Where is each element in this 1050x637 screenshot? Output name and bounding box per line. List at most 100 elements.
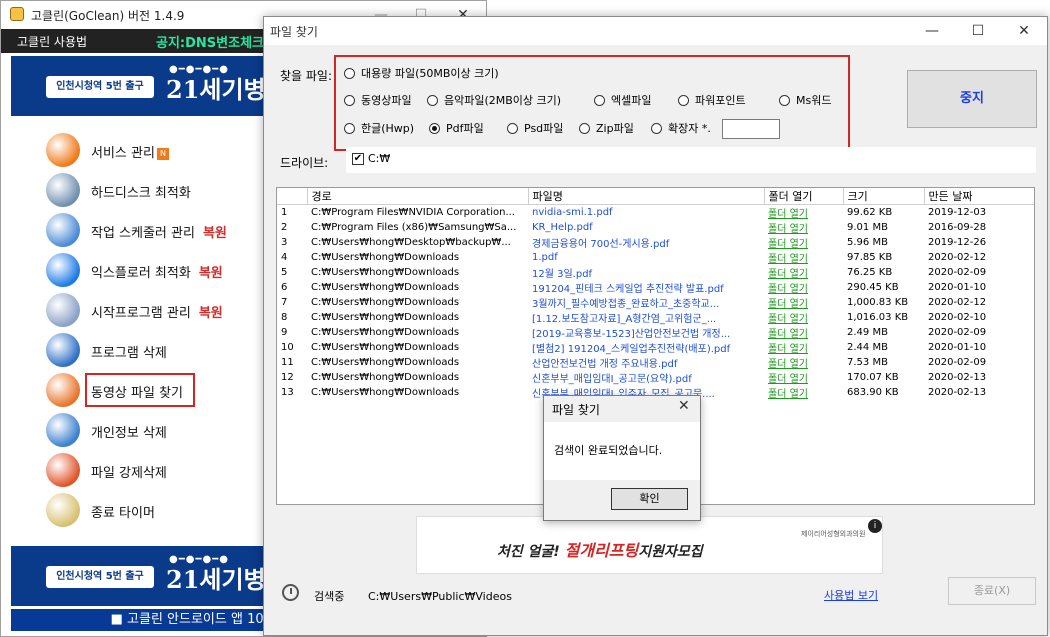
feature-item[interactable]: 하드디스크 최적화: [46, 173, 266, 207]
search-status: 검색중: [314, 590, 345, 603]
feature-item[interactable]: 동영상 파일 찾기: [46, 373, 266, 407]
radio-powerpoint[interactable]: 파워포인트: [678, 93, 746, 109]
drive-c-checkbox[interactable]: ✔: [352, 153, 364, 165]
cell-open-folder-link[interactable]: 폴더 열기: [764, 340, 843, 355]
radio-zip[interactable]: Zip파일: [579, 121, 634, 137]
ie-icon: [46, 253, 80, 287]
feature-label: 프로그램 삭제: [91, 342, 167, 361]
feature-item[interactable]: 개인정보 삭제: [46, 413, 266, 447]
feature-item[interactable]: 파일 강제삭제: [46, 453, 266, 487]
col-header-filename[interactable]: 파일명: [528, 188, 765, 205]
menu-goclean-usage[interactable]: 고클린 사용법: [17, 33, 87, 50]
col-header-index[interactable]: [277, 188, 308, 205]
radio-excel[interactable]: 엑셀파일: [594, 93, 651, 109]
radio-extension[interactable]: 확장자 *.: [651, 121, 711, 137]
table-row[interactable]: 6 C:₩Users₩hong₩Downloads 191204_핀테크 스케일업 …: [277, 280, 1034, 295]
cell-open-folder-link[interactable]: 폴더 열기: [764, 295, 843, 310]
cell-date: 2020-02-13: [928, 387, 987, 398]
feature-label-text: 시작프로그램 관리: [91, 306, 191, 321]
table-row[interactable]: 3 C:₩Users₩hong₩Desktop₩backup₩... 경제금융용어 …: [277, 235, 1034, 250]
feature-label-text: 익스플로러 최적화: [91, 266, 191, 281]
radio-circle: [427, 94, 438, 106]
cell-date: 2019-12-03: [928, 207, 987, 218]
feature-label-text: 동영상 파일 찾기: [91, 386, 183, 401]
table-row[interactable]: 1 C:₩Program Files₩NVIDIA Corporation... n…: [277, 205, 1034, 220]
cell-path: C:₩Users₩hong₩Downloads: [311, 312, 460, 323]
feature-label: 시작프로그램 관리 복원: [91, 302, 223, 321]
cell-size: 99.62 KB: [847, 207, 893, 218]
goclean-app-icon: [10, 7, 24, 21]
cell-open-folder-link[interactable]: 폴더 열기: [764, 235, 843, 250]
feature-item[interactable]: 작업 스케줄러 관리 복원: [46, 213, 266, 247]
cell-date: 2020-01-10: [928, 282, 987, 293]
radio-label: 파워포인트: [695, 94, 746, 107]
feature-label: 개인정보 삭제: [91, 422, 167, 441]
feature-item[interactable]: 시작프로그램 관리 복원: [46, 293, 266, 327]
feature-item[interactable]: 서비스 관리 N: [46, 133, 266, 167]
radio-large-file[interactable]: 대용량 파일(50MB이상 크기): [344, 66, 499, 82]
ad-text-a: 처진 얼굴!: [497, 544, 560, 560]
cell-open-folder-link[interactable]: 폴더 열기: [764, 385, 843, 400]
radio-pdf[interactable]: Pdf파일: [429, 121, 484, 137]
restore-link[interactable]: 복원: [199, 306, 223, 321]
cell-open-folder-link[interactable]: 폴더 열기: [764, 280, 843, 295]
cell-open-folder-link[interactable]: 폴더 열기: [764, 355, 843, 370]
cell-open-folder-link[interactable]: 폴더 열기: [764, 220, 843, 235]
table-row[interactable]: 12 C:₩Users₩hong₩Downloads 신혼부부_매입임대I_공고문(…: [277, 370, 1034, 385]
feature-label: 익스플로러 최적화 복원: [91, 262, 223, 281]
cell-filename: [2019-교육홍보-1523]산업안전보건법 개정...: [532, 329, 731, 340]
find-maximize-button[interactable]: ☐: [955, 17, 1001, 45]
extension-input[interactable]: [722, 119, 780, 139]
radio-psd[interactable]: Psd파일: [507, 121, 563, 137]
cell-open-folder-link[interactable]: 폴더 열기: [764, 265, 843, 280]
col-header-open-folder[interactable]: 폴더 열기: [764, 188, 844, 205]
radio-music[interactable]: 음악파일(2MB이상 크기): [427, 93, 561, 109]
find-title-bar[interactable]: 파일 찾기 — ☐ ✕: [264, 17, 1047, 45]
ad-info-icon[interactable]: i: [868, 519, 882, 533]
radio-label: 동영상파일: [361, 94, 412, 107]
cell-open-folder-link[interactable]: 폴더 열기: [764, 370, 843, 385]
cell-open-folder-link[interactable]: 폴더 열기: [764, 205, 843, 220]
find-minimize-button[interactable]: —: [909, 17, 955, 45]
notice-text[interactable]: 공지:DNS변조체크: [156, 32, 264, 51]
radio-video[interactable]: 동영상파일: [344, 93, 412, 109]
table-row[interactable]: 2 C:₩Program Files (x86)₩Samsung₩Sa... KR_…: [277, 220, 1034, 235]
drive-c-label: C:₩: [368, 152, 391, 165]
restore-link[interactable]: 복원: [203, 226, 227, 241]
cell-open-folder-link[interactable]: 폴더 열기: [764, 325, 843, 340]
cell-size: 2.44 MB: [847, 342, 888, 353]
col-header-date[interactable]: 만든 날짜: [924, 188, 1034, 205]
usage-link[interactable]: 사용법 보기: [824, 587, 878, 603]
radio-label: Psd파일: [524, 122, 564, 135]
cell-date: 2020-02-09: [928, 357, 987, 368]
stop-button[interactable]: 중지: [907, 70, 1037, 128]
table-row[interactable]: 10 C:₩Users₩hong₩Downloads [별첨2] 191204_스케…: [277, 340, 1034, 355]
result-body: 1 C:₩Program Files₩NVIDIA Corporation... n…: [277, 205, 1034, 400]
table-row[interactable]: 11 C:₩Users₩hong₩Downloads 산업안전보건법 개정 주요내용…: [277, 355, 1034, 370]
feature-item[interactable]: 종료 타이머: [46, 493, 266, 527]
feature-label-text: 서비스 관리: [91, 146, 155, 161]
table-row[interactable]: 4 C:₩Users₩hong₩Downloads 1.pdf 폴더 열기 97.85 …: [277, 250, 1034, 265]
cell-filename: [별첨2] 191204_스케일업추진전략(배포).pdf: [532, 344, 731, 355]
dialog-ok-button[interactable]: 확인: [611, 488, 688, 510]
feature-item[interactable]: 익스플로러 최적화 복원: [46, 253, 266, 287]
table-row[interactable]: 9 C:₩Users₩hong₩Downloads [2019-교육홍보-1523]…: [277, 325, 1034, 340]
radio-hwp[interactable]: 한글(Hwp): [344, 121, 414, 137]
table-row[interactable]: 5 C:₩Users₩hong₩Downloads 12월 3일.pdf 폴더 열기 7…: [277, 265, 1034, 280]
cell-filename: 산업안전보건법 개정 주요내용.pdf: [532, 359, 678, 370]
cell-open-folder-link[interactable]: 폴더 열기: [764, 250, 843, 265]
result-header-row: 경로 파일명 폴더 열기 크기 만든 날짜: [277, 188, 1034, 205]
dialog-close-button[interactable]: ✕: [678, 398, 690, 414]
feature-item[interactable]: 프로그램 삭제: [46, 333, 266, 367]
exit-button[interactable]: 종료(X): [948, 577, 1036, 605]
table-row[interactable]: 7 C:₩Users₩hong₩Downloads 3월까지_필수예방접종_완료하고…: [277, 295, 1034, 310]
radio-msword[interactable]: Ms워드: [779, 93, 831, 109]
gear-icon: [46, 133, 80, 167]
col-header-path[interactable]: 경로: [307, 188, 529, 205]
cell-open-folder-link[interactable]: 폴더 열기: [764, 310, 843, 325]
table-row[interactable]: 8 C:₩Users₩hong₩Downloads [1.12.보도참고자료]_A형…: [277, 310, 1034, 325]
find-close-button[interactable]: ✕: [1001, 17, 1047, 45]
restore-link[interactable]: 복원: [199, 266, 223, 281]
col-header-size[interactable]: 크기: [843, 188, 925, 205]
lifting-ad-banner[interactable]: 처진 얼굴! 절개리프팅지원자모집 제이리어성형외과의원 i: [416, 516, 883, 574]
